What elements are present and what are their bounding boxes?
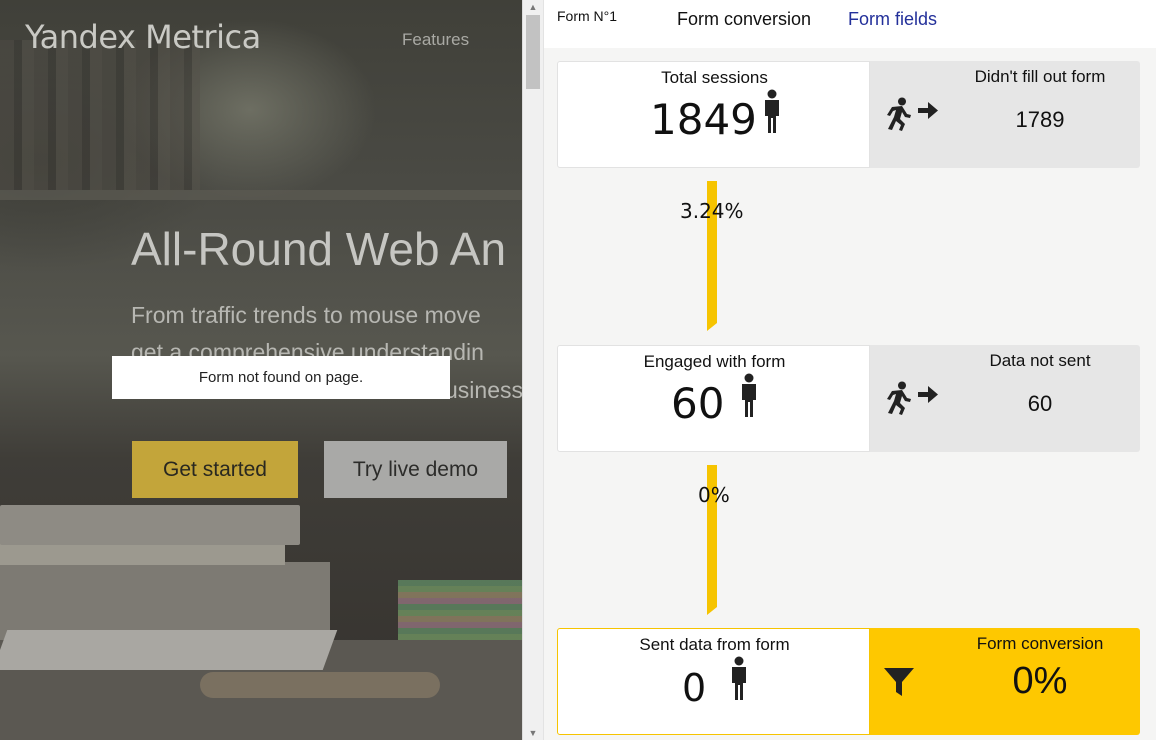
card-value: 0 <box>682 666 707 710</box>
tab-form-fields[interactable]: Form fields <box>848 9 937 30</box>
hero-subtitle-line: From traffic trends to mouse move <box>131 302 481 328</box>
scroll-down-arrow-icon[interactable]: ▼ <box>523 726 543 740</box>
logo-bold-text: Yandex <box>25 18 136 56</box>
form-not-found-message: Form not found on page. <box>112 356 450 399</box>
nav-features-link[interactable]: Features <box>402 30 469 50</box>
card-value: 60 <box>671 379 725 428</box>
site-scrollbar[interactable]: ▲ ▼ <box>522 0 544 740</box>
person-icon <box>732 656 746 700</box>
card-title: Engaged with form <box>643 352 786 371</box>
bookshelf-image <box>0 40 200 190</box>
scroll-thumb[interactable] <box>526 15 540 89</box>
form-selector[interactable]: Form N°1 <box>557 8 617 24</box>
card-value: 1849 <box>650 95 757 144</box>
form-analytics-panel: Form N°1 Form conversion Form fields Tot… <box>544 0 1156 740</box>
scroll-up-arrow-icon[interactable]: ▲ <box>523 0 543 14</box>
funnel-card-total-sessions: Total sessions 1849 Didn't fill out form… <box>557 61 1140 168</box>
shelf-image <box>0 190 522 200</box>
card-side-title: Data not sent <box>989 351 1091 370</box>
card-side: Didn't fill out form 1789 <box>870 61 1140 168</box>
running-man-exit-icon <box>887 381 938 415</box>
card-side-value: 0% <box>1012 660 1068 702</box>
card-side-title: Didn't fill out form <box>974 67 1106 86</box>
card-side-value: 1789 <box>1015 107 1065 132</box>
try-live-demo-button[interactable]: Try live demo <box>324 441 507 498</box>
book-stack-image <box>0 505 300 545</box>
card-main: Total sessions 1849 <box>557 61 870 168</box>
phone-image <box>200 672 440 698</box>
card-side-value: 60 <box>1027 391 1053 416</box>
funnel-card-sent-data: Sent data from form 0 Form conversion 0% <box>557 628 1140 735</box>
card-side: Form conversion 0% <box>870 628 1140 735</box>
card-side: Data not sent 60 <box>870 345 1140 452</box>
hero-subtitle-line: usiness <box>445 377 522 403</box>
card-main: Engaged with form 60 <box>557 345 870 452</box>
person-icon <box>742 373 756 417</box>
card-title: Sent data from form <box>639 635 790 654</box>
panel-tab-bar: Form N°1 Form conversion Form fields <box>544 0 1156 48</box>
card-title: Total sessions <box>661 68 768 87</box>
funnel-card-engaged: Engaged with form 60 Data not sent 60 <box>557 345 1140 452</box>
running-man-exit-icon <box>887 97 938 131</box>
hero-title: All-Round Web An <box>131 223 507 275</box>
card-main: Sent data from form 0 <box>557 628 870 735</box>
card-side-title: Form conversion <box>976 634 1104 653</box>
paper-image <box>0 630 338 670</box>
connector-percent: 0% <box>698 483 730 507</box>
person-icon <box>765 89 779 133</box>
funnel-icon <box>884 668 914 696</box>
site-logo[interactable]: Yandex Metrica <box>25 18 261 56</box>
logo-light-text: Metrica <box>145 18 261 56</box>
website-background: Yandex Metrica Features All-Round Web An… <box>0 0 522 740</box>
connector-percent: 3.24% <box>680 199 744 223</box>
get-started-button[interactable]: Get started <box>132 441 298 498</box>
tab-form-conversion[interactable]: Form conversion <box>677 9 811 30</box>
